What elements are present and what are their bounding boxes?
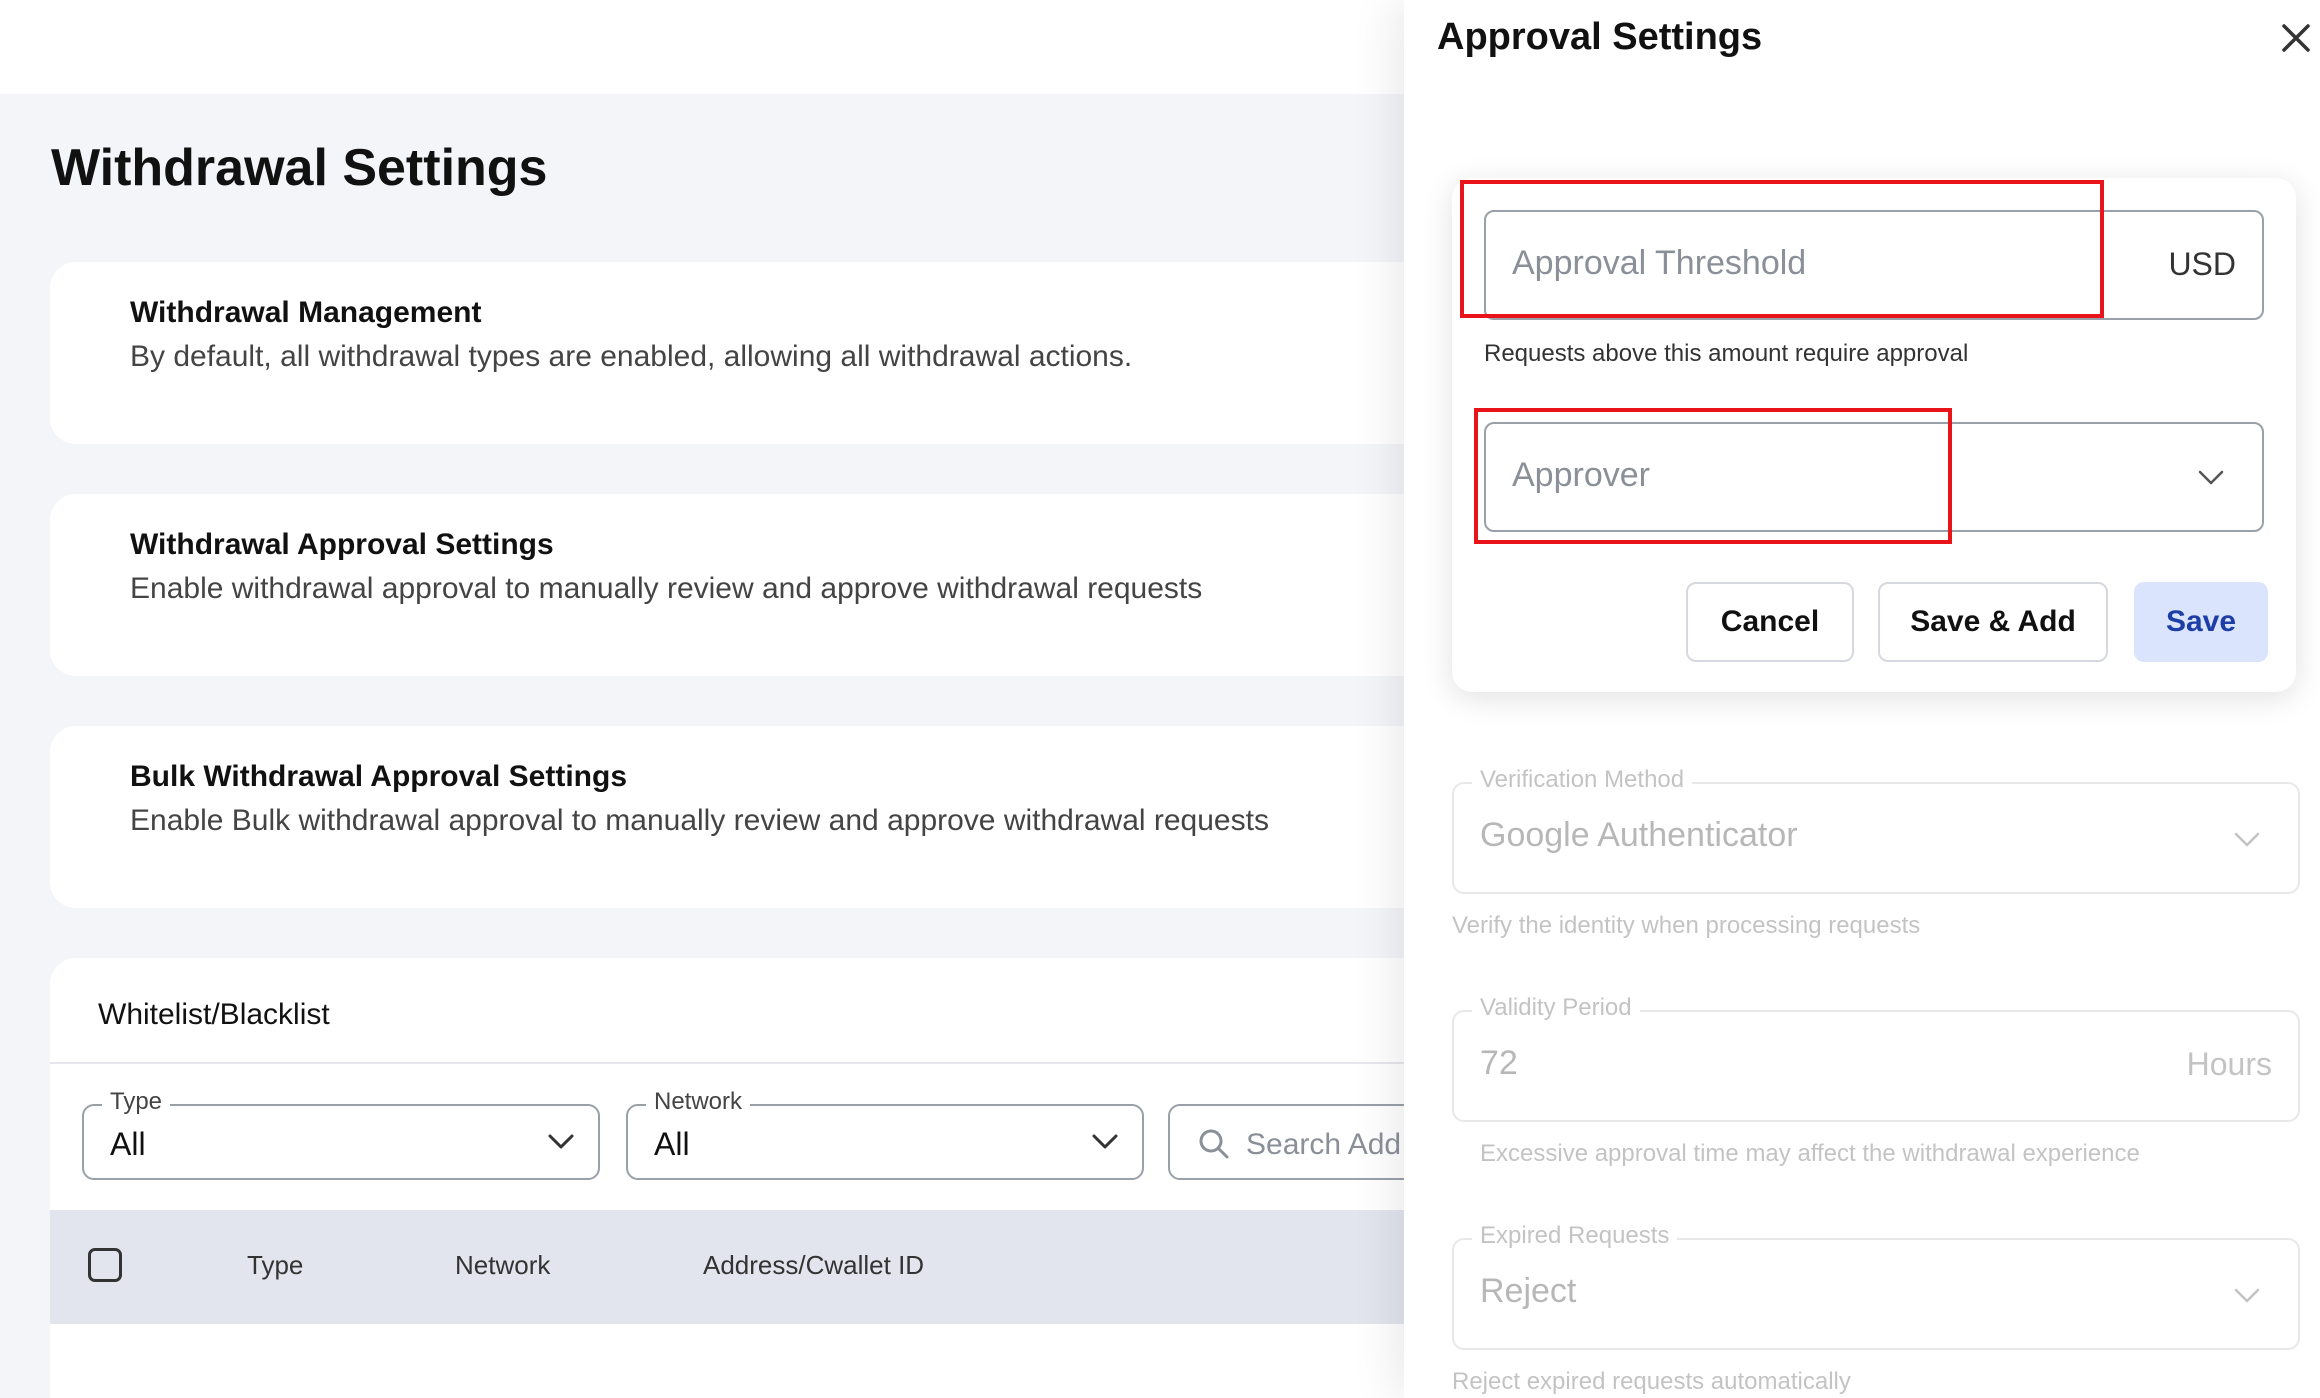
panel-title: Approval Settings bbox=[1437, 16, 1763, 58]
currency-suffix: USD bbox=[2168, 246, 2236, 282]
modal-overlay[interactable] bbox=[0, 0, 1404, 1398]
approval-settings-panel: Approval Settings Approval Threshold USD… bbox=[1404, 0, 2320, 1398]
approver-select[interactable]: Approver bbox=[1484, 422, 2264, 532]
approval-threshold-placeholder: Approval Threshold bbox=[1512, 244, 1807, 282]
verification-helper-text: Verify the identity when processing requ… bbox=[1452, 912, 1921, 939]
expired-requests-select[interactable]: Expired Requests Reject bbox=[1452, 1222, 2300, 1350]
validity-helper-text: Excessive approval time may affect the w… bbox=[1480, 1140, 2140, 1167]
threshold-helper-text: Requests above this amount require appro… bbox=[1484, 340, 1969, 367]
expired-requests-label: Expired Requests bbox=[1472, 1222, 1678, 1250]
chevron-down-icon bbox=[2196, 462, 2226, 497]
chevron-down-icon bbox=[2232, 1280, 2262, 1315]
close-icon[interactable] bbox=[2276, 18, 2316, 58]
approval-threshold-input[interactable]: Approval Threshold USD bbox=[1484, 210, 2264, 320]
verification-method-label: Verification Method bbox=[1472, 766, 1693, 794]
approval-rule-popup: Approval Threshold USD Requests above th… bbox=[1452, 178, 2296, 692]
save-button[interactable]: Save bbox=[2134, 582, 2268, 662]
verification-method-value: Google Authenticator bbox=[1480, 816, 1798, 854]
expired-helper-text: Reject expired requests automatically bbox=[1452, 1368, 1851, 1395]
validity-period-label: Validity Period bbox=[1472, 994, 1640, 1022]
validity-period-input[interactable]: Validity Period 72 Hours bbox=[1452, 994, 2300, 1122]
hours-suffix: Hours bbox=[2186, 1046, 2272, 1082]
validity-period-value: 72 bbox=[1480, 1044, 1518, 1082]
expired-requests-value: Reject bbox=[1480, 1272, 1577, 1310]
approver-placeholder: Approver bbox=[1512, 456, 1650, 494]
verification-method-select[interactable]: Verification Method Google Authenticator bbox=[1452, 766, 2300, 894]
chevron-down-icon bbox=[2232, 824, 2262, 859]
cancel-button[interactable]: Cancel bbox=[1686, 582, 1854, 662]
save-and-add-button[interactable]: Save & Add bbox=[1878, 582, 2108, 662]
